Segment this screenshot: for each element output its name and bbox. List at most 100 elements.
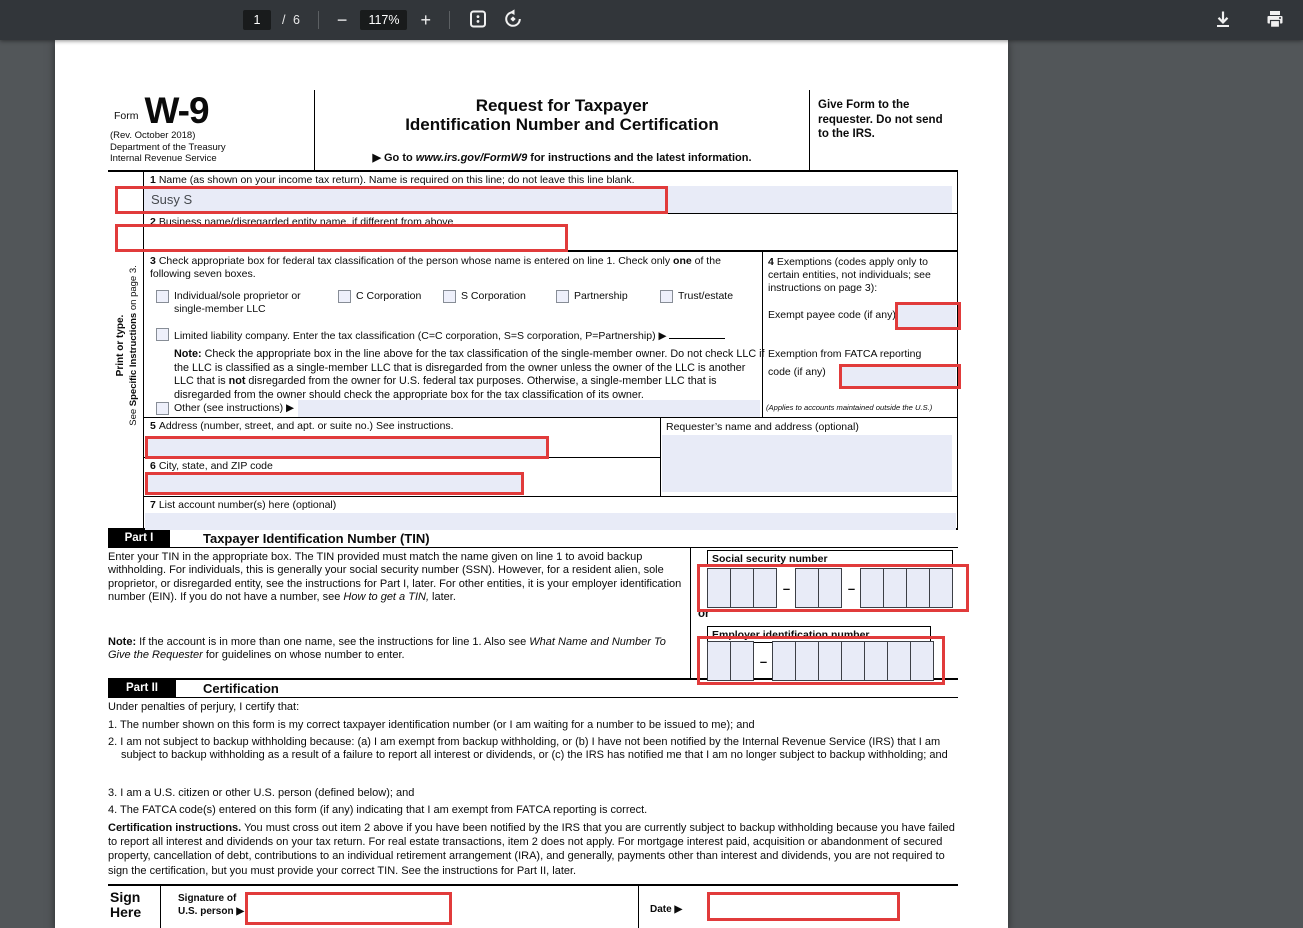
- line5-label: 5 Address (number, street, and apt. or su…: [150, 420, 454, 432]
- signature-input[interactable]: [248, 895, 448, 923]
- ein-digit-cell[interactable]: [818, 641, 842, 681]
- checkbox-icon[interactable]: [660, 290, 673, 303]
- requester-label: Requester’s name and address (optional): [666, 421, 859, 433]
- exempt-payee-label: Exempt payee code (if any): [768, 309, 896, 321]
- part2-badge: Part II: [108, 680, 176, 697]
- ein-digit-cell[interactable]: [707, 641, 731, 681]
- llc-classification-input[interactable]: [669, 328, 726, 339]
- city-state-zip-input[interactable]: [147, 474, 522, 494]
- or-label: or: [698, 608, 710, 620]
- fit-page-icon: [468, 9, 488, 32]
- ssn-digit-cell[interactable]: [860, 568, 884, 608]
- part1-note: Note: If the account is in more than one…: [108, 636, 666, 662]
- zoom-level-input[interactable]: 117%: [360, 10, 408, 30]
- print-button[interactable]: [1263, 7, 1287, 34]
- other-input[interactable]: [298, 400, 760, 417]
- toolbar-separator: [449, 11, 450, 29]
- checkbox-icon[interactable]: [156, 328, 169, 341]
- ein-digit-cell[interactable]: [841, 641, 865, 681]
- line4-label: 4 Exemptions (codes apply only to certain…: [768, 256, 931, 294]
- exempt-payee-input[interactable]: [898, 305, 956, 328]
- pdf-page: Form W-9 (Rev. October 2018) Department …: [55, 40, 1008, 928]
- checkbox-icon[interactable]: [156, 402, 169, 415]
- ssn-digit-cell[interactable]: [929, 568, 953, 608]
- rail-print-or-type: Print or type.: [114, 314, 126, 376]
- line7-label: 7 List account number(s) here (optional): [150, 499, 337, 511]
- ein-digit-cell[interactable]: [910, 641, 934, 681]
- form-word: Form: [114, 110, 139, 122]
- ssn-digit-cell[interactable]: [707, 568, 731, 608]
- checkbox-label: Partnership: [574, 290, 628, 302]
- checkbox-label: S Corporation: [461, 290, 526, 302]
- account-numbers-input[interactable]: [145, 513, 956, 530]
- llc-label: Limited liability company. Enter the tax…: [174, 328, 726, 343]
- applies-note: (Applies to accounts maintained outside …: [766, 403, 933, 412]
- ssn-digit-cell[interactable]: [883, 568, 907, 608]
- llc-note: Note: Check the appropriate box in the l…: [174, 348, 765, 401]
- form-revision: (Rev. October 2018): [110, 130, 196, 141]
- ssn-digit-cell[interactable]: [730, 568, 754, 608]
- checkbox-c-corporation[interactable]: C Corporation: [338, 290, 421, 303]
- certify-item-2: 2. I am not subject to backup withholdin…: [108, 736, 948, 762]
- ein-dash: –: [759, 653, 768, 669]
- checkbox-icon[interactable]: [156, 290, 169, 303]
- checkbox-partnership[interactable]: Partnership: [556, 290, 628, 303]
- checkbox-icon[interactable]: [338, 290, 351, 303]
- ein-digit-cell[interactable]: [772, 641, 796, 681]
- ein-boxes[interactable]: –: [707, 641, 934, 681]
- ein-digit-cell[interactable]: [887, 641, 911, 681]
- fatca-input[interactable]: [842, 367, 956, 388]
- ein-digit-cell[interactable]: [795, 641, 819, 681]
- pdf-toolbar: 1 / 6 − 117% +: [0, 0, 1303, 40]
- ssn-digit-cell[interactable]: [906, 568, 930, 608]
- here-word: Here: [110, 904, 142, 920]
- date-input[interactable]: [709, 895, 897, 919]
- date-label: Date ▶: [650, 904, 683, 915]
- checkbox-other[interactable]: Other (see instructions) ▶: [156, 402, 294, 415]
- ssn-digit-cell[interactable]: [795, 568, 819, 608]
- checkbox-individual[interactable]: Individual/sole proprietor or single-mem…: [156, 290, 331, 316]
- form-number: W-9: [144, 90, 210, 131]
- ssn-boxes[interactable]: – –: [707, 568, 953, 608]
- name-input[interactable]: Susy S: [144, 186, 952, 213]
- page-number-input[interactable]: 1: [243, 10, 271, 30]
- form-header: Form W-9 (Rev. October 2018) Department …: [108, 90, 958, 172]
- ein-digit-cell[interactable]: [864, 641, 888, 681]
- ssn-dash: –: [847, 580, 856, 596]
- part2-intro: Under penalties of perjury, I certify th…: [108, 701, 300, 713]
- form-goto-line: ▶ Go to www.irs.gov/FormW9 for instructi…: [372, 152, 752, 164]
- ssn-digit-cell[interactable]: [753, 568, 777, 608]
- part1-title: Taxpayer Identification Number (TIN): [203, 531, 430, 546]
- fatca-label-2: code (if any): [768, 366, 826, 378]
- certification-instructions: Certification instructions. You must cro…: [108, 822, 955, 877]
- checkbox-trust-estate[interactable]: Trust/estate: [660, 290, 733, 303]
- line3-label: 3 Check appropriate box for federal tax c…: [150, 255, 721, 280]
- give-form-note: Give Form to the requester. Do not send …: [818, 99, 943, 140]
- ein-digit-cell[interactable]: [730, 641, 754, 681]
- rotate-button[interactable]: [501, 7, 525, 34]
- certify-item-3: 3. I am a U.S. citizen or other U.S. per…: [108, 787, 415, 799]
- rail-see-instructions: See Specific Instructions on page 3.: [127, 264, 138, 426]
- download-button[interactable]: [1211, 7, 1235, 34]
- zoom-out-button[interactable]: −: [335, 9, 350, 31]
- ssn-dash: –: [782, 580, 791, 596]
- checkbox-icon[interactable]: [556, 290, 569, 303]
- part2-title: Certification: [203, 681, 279, 696]
- fit-page-button[interactable]: [466, 7, 490, 34]
- address-input[interactable]: [147, 438, 547, 458]
- form-dept: Department of the Treasury: [110, 141, 226, 153]
- certify-item-4: 4. The FATCA code(s) entered on this for…: [108, 804, 648, 816]
- checkbox-s-corporation[interactable]: S Corporation: [443, 290, 526, 303]
- ssn-digit-cell[interactable]: [818, 568, 842, 608]
- page-separator: /: [282, 13, 288, 27]
- print-icon: [1265, 9, 1285, 32]
- line6-label: 6 City, state, and ZIP code: [150, 460, 273, 472]
- checkbox-icon[interactable]: [443, 290, 456, 303]
- rotate-counterclockwise-icon: [503, 8, 523, 32]
- requester-input[interactable]: [662, 435, 952, 492]
- checkbox-label: Trust/estate: [678, 290, 734, 302]
- certify-item-1: 1. The number shown on this form is my c…: [108, 719, 755, 731]
- checkbox-llc[interactable]: Limited liability company. Enter the tax…: [156, 328, 756, 343]
- business-name-input[interactable]: [144, 224, 664, 250]
- zoom-in-button[interactable]: +: [418, 9, 433, 31]
